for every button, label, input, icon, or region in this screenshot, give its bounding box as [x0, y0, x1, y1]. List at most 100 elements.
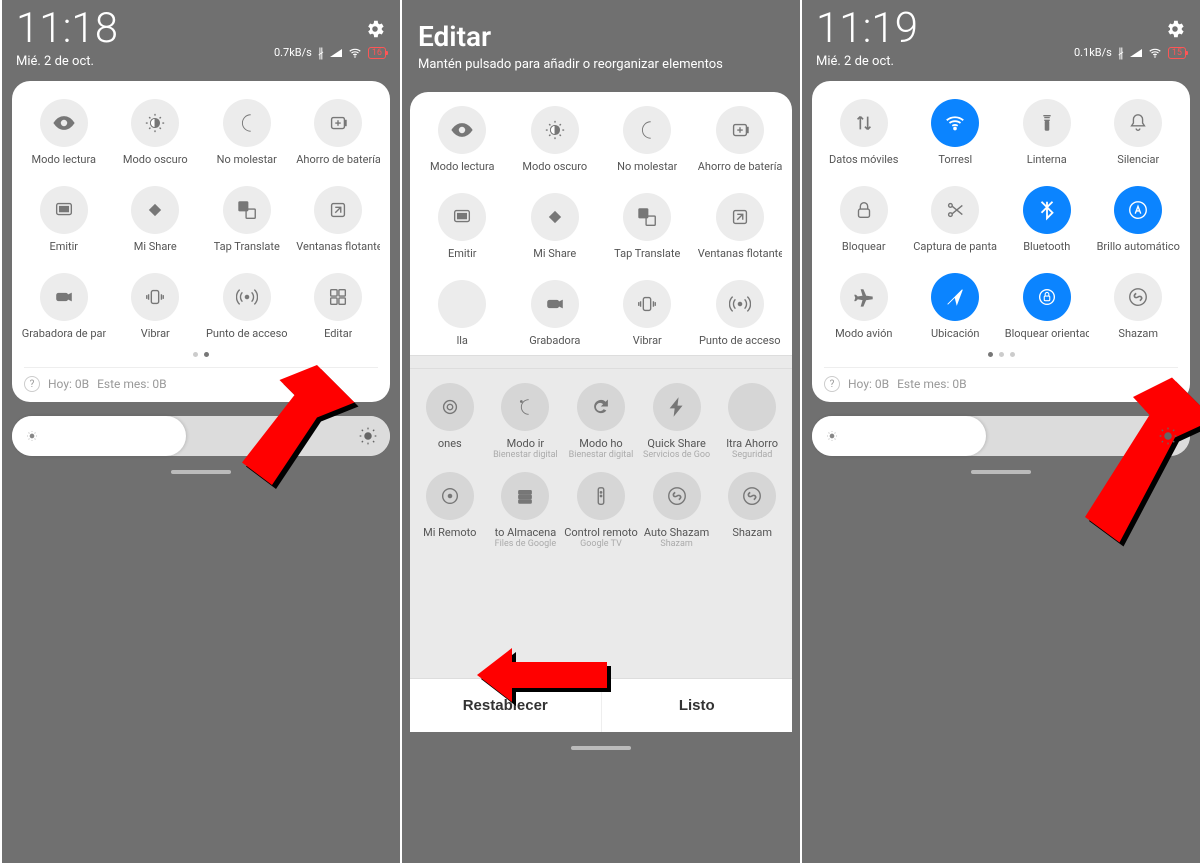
- brightness-slider[interactable]: [12, 416, 390, 456]
- cast-icon: [438, 193, 486, 241]
- tile-bolt[interactable]: Quick ShareServicios de Goo: [639, 379, 715, 464]
- bluetooth-icon: ∦: [318, 46, 324, 60]
- tile-eye[interactable]: Modo lectura: [416, 98, 509, 181]
- data-usage[interactable]: ? Hoy: 0B Este mes: 0B: [824, 367, 1178, 392]
- tile-refresh[interactable]: Modo hoBienestar digital: [563, 379, 639, 464]
- tile-label: Bloquear: [842, 240, 886, 253]
- tile-darkmode[interactable]: Modo oscuro: [509, 98, 602, 181]
- nav-handle[interactable]: [171, 470, 231, 474]
- tile-moon[interactable]: No molestar: [201, 91, 293, 174]
- phone-screenshot-3: 11:19 Mié. 2 de oct. 0.1kB/s ∦ 15 Datos …: [800, 0, 1200, 863]
- data-icon: [840, 99, 888, 147]
- tile-label: to Almacena: [495, 526, 557, 539]
- editor-header: Editar Mantén pulsado para añadir o reor…: [402, 0, 800, 82]
- tile-label: Mi Share: [533, 247, 576, 260]
- cast-icon: [40, 186, 88, 234]
- done-button[interactable]: Listo: [602, 679, 793, 732]
- moon-icon: [223, 99, 271, 147]
- dual-icon: [426, 383, 474, 431]
- page-dots: [12, 348, 390, 361]
- status-indicators: 0.1kB/s ∦ 15: [1074, 46, 1186, 60]
- info-icon: ?: [824, 376, 840, 392]
- clock: 11:19: [816, 8, 918, 50]
- tile-rotate-lock[interactable]: Bloquear orientación: [1001, 265, 1093, 348]
- tile-translate[interactable]: Tap Translate: [201, 178, 293, 261]
- tile-share[interactable]: Mi Share: [110, 178, 202, 261]
- tile-torch[interactable]: Linterna: [1001, 91, 1093, 174]
- battery-indicator: 16: [368, 47, 386, 59]
- wifi-icon: [348, 46, 362, 60]
- reset-button[interactable]: Restablecer: [410, 679, 602, 732]
- tile-label: Emitir: [448, 247, 477, 260]
- tile-blank[interactable]: lla: [416, 272, 509, 355]
- torch-icon: [1023, 99, 1071, 147]
- tile-share[interactable]: Mi Share: [509, 185, 602, 268]
- tile-vibrate[interactable]: Vibrar: [601, 272, 694, 355]
- tile-hotspot[interactable]: Punto de acceso: [694, 272, 787, 355]
- tile-cast[interactable]: Emitir: [416, 185, 509, 268]
- tile-bell[interactable]: Silenciar: [1093, 91, 1185, 174]
- tile-float[interactable]: Ventanas flotantes: [694, 185, 787, 268]
- tile-battery-plus[interactable]: Ahorro de batería: [694, 98, 787, 181]
- shazam-icon: [728, 472, 776, 520]
- signal-icon: [330, 49, 342, 57]
- network-speed: 0.7kB/s: [274, 46, 312, 59]
- camcorder-icon: [531, 280, 579, 328]
- settings-gear-icon[interactable]: [364, 18, 386, 40]
- tile-label: Bluetooth: [1023, 240, 1070, 253]
- tile-eye[interactable]: Modo lectura: [18, 91, 110, 174]
- tile-bluetooth[interactable]: Bluetooth: [1001, 178, 1093, 261]
- translate-icon: [623, 193, 671, 241]
- clock: 11:18: [16, 8, 118, 50]
- tile-shazam[interactable]: Shazam: [714, 468, 790, 553]
- tile-cast[interactable]: Emitir: [18, 178, 110, 261]
- share-icon: [531, 193, 579, 241]
- tile-darkmode[interactable]: Modo oscuro: [110, 91, 202, 174]
- quick-settings-panel: Modo lecturaModo oscuro No molestar Ahorro…: [12, 81, 390, 402]
- tile-label: Auto Shazam: [644, 526, 709, 539]
- nav-handle[interactable]: [971, 470, 1031, 474]
- tile-data[interactable]: Datos móviles: [818, 91, 910, 174]
- tile-label: lla: [457, 334, 468, 347]
- phone-screenshot-1: 11:18 Mié. 2 de oct. 0.7kB/s ∦ 16 Modo l…: [0, 0, 400, 863]
- brightness-slider[interactable]: [812, 416, 1190, 456]
- tile-camcorder[interactable]: Grabadora: [509, 272, 602, 355]
- tile-lock[interactable]: Bloquear: [818, 178, 910, 261]
- tile-label: Grabadora: [529, 334, 580, 347]
- tile-float[interactable]: Ventanas flotantes: [293, 178, 385, 261]
- tile-wifi[interactable]: Torresl: [910, 91, 1002, 174]
- tile-storage[interactable]: to AlmacenaFiles de Google: [488, 468, 564, 553]
- tile-remote[interactable]: Control remotoGoogle TV: [563, 468, 639, 553]
- tile-blank2[interactable]: ltra AhorroSeguridad: [714, 379, 790, 464]
- data-usage[interactable]: ? Hoy: 0B Este mes: 0B: [24, 367, 378, 392]
- tile-auto-bright[interactable]: Brillo automático: [1093, 178, 1185, 261]
- tile-nightmode[interactable]: Modo irBienestar digital: [488, 379, 564, 464]
- plane-icon: [840, 273, 888, 321]
- tile-shazam[interactable]: Shazam: [1093, 265, 1185, 348]
- tile-location[interactable]: Ubicación: [910, 265, 1002, 348]
- settings-gear-icon[interactable]: [1164, 18, 1186, 40]
- tile-moon[interactable]: No molestar: [601, 98, 694, 181]
- status-indicators: 0.7kB/s ∦ 16: [274, 46, 386, 60]
- brightness-low-icon: [24, 428, 40, 444]
- remote-icon: [577, 472, 625, 520]
- tile-grid[interactable]: Editar: [293, 265, 385, 348]
- darkmode-icon: [131, 99, 179, 147]
- date: Mié. 2 de oct.: [816, 54, 918, 69]
- tile-label: No molestar: [217, 153, 277, 166]
- tile-scissors[interactable]: Captura de pantalla: [910, 178, 1002, 261]
- float-icon: [716, 193, 764, 241]
- tile-camcorder[interactable]: Grabadora de pantalla: [18, 265, 110, 348]
- tile-vibrate[interactable]: Vibrar: [110, 265, 202, 348]
- tile-label: Torresl: [938, 153, 972, 166]
- tile-translate[interactable]: Tap Translate: [601, 185, 694, 268]
- tile-remote-dot[interactable]: Mi Remoto: [412, 468, 488, 553]
- tile-battery-plus[interactable]: Ahorro de batería: [293, 91, 385, 174]
- tile-hotspot[interactable]: Punto de acceso: [201, 265, 293, 348]
- tile-shazam[interactable]: Auto ShazamShazam: [639, 468, 715, 553]
- nav-handle[interactable]: [571, 746, 631, 750]
- tile-dual[interactable]: ones: [412, 379, 488, 464]
- tile-plane[interactable]: Modo avión: [818, 265, 910, 348]
- tile-label: Grabadora de pantalla: [22, 327, 106, 340]
- auto-bright-icon: [1114, 186, 1162, 234]
